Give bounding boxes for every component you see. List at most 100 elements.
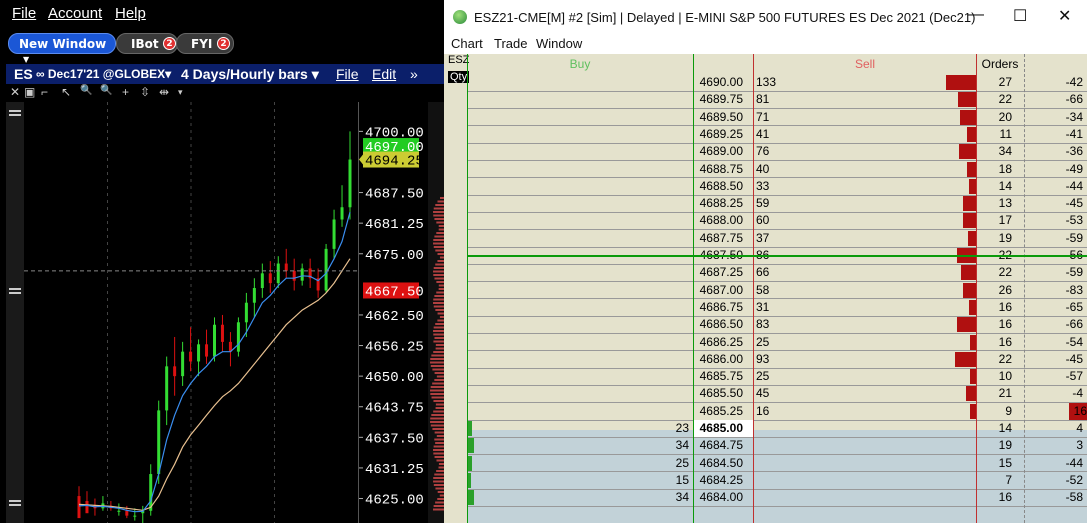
buy-size-cell[interactable] (467, 368, 689, 385)
orders-cell[interactable]: 20 (980, 109, 1012, 126)
orders-cell[interactable]: 13 (980, 195, 1012, 212)
ladder-row[interactable]: 4687.75 37 19 -59 (444, 230, 1087, 247)
orders-cell[interactable]: 7 (980, 472, 1012, 489)
orders-cell[interactable]: 16 (980, 316, 1012, 333)
sell-size-cell[interactable]: 60 (756, 212, 816, 229)
ladder-row[interactable]: 4685.25 16 9 16 (444, 402, 1087, 420)
orders-cell[interactable]: 14 (980, 178, 1012, 195)
orders-cell[interactable]: 10 (980, 368, 1012, 385)
sell-size-cell[interactable]: 76 (756, 143, 816, 160)
buy-size-cell[interactable] (467, 74, 689, 91)
menu-help[interactable]: Help (115, 5, 146, 22)
new-window-button[interactable]: New Window ▼ (8, 33, 116, 64)
orders-cell[interactable]: 27 (980, 74, 1012, 91)
ladder-row[interactable]: 4686.00 93 22 -45 (444, 351, 1087, 368)
ladder-row[interactable]: 4689.75 81 22 -66 (444, 91, 1087, 108)
delta-cell[interactable]: -44 (1026, 178, 1083, 195)
delta-cell[interactable]: -4 (1026, 385, 1083, 402)
price-cell[interactable]: 4686.75 (694, 299, 753, 316)
sell-size-cell[interactable]: 25 (756, 334, 816, 351)
chart-symbol[interactable]: ES (14, 66, 33, 82)
ladder-row[interactable]: 4690.00 133 27 -42 (444, 74, 1087, 91)
ladder-row[interactable]: 4686.50 83 16 -66 (444, 316, 1087, 333)
pointer-icon[interactable]: ↖ (61, 85, 71, 99)
timeframe-selector[interactable]: 4 Days/Hourly bars ▾ (181, 66, 319, 83)
orders-cell[interactable]: 21 (980, 385, 1012, 402)
delta-cell[interactable]: -42 (1026, 74, 1083, 91)
price-cell[interactable]: 4684.25 (694, 472, 753, 489)
delta-cell[interactable]: -58 (1026, 489, 1083, 506)
buy-size-cell[interactable] (467, 143, 689, 160)
price-cell[interactable]: 4686.50 (694, 316, 753, 333)
fyi-button[interactable]: FYI 2 (176, 33, 234, 54)
ladder-row[interactable]: 4687.25 66 22 -59 (444, 264, 1087, 281)
ladder-row[interactable]: 15 4684.25 7 -52 (444, 472, 1087, 489)
delta-cell[interactable]: -34 (1026, 109, 1083, 126)
orders-cell[interactable]: 22 (980, 91, 1012, 108)
buy-size-cell[interactable] (467, 178, 689, 195)
horizontal-scale-icon[interactable]: ⇹ (159, 85, 169, 99)
delta-cell[interactable]: -44 (1026, 455, 1083, 472)
buy-size-cell[interactable] (467, 351, 689, 368)
buy-size-cell[interactable] (467, 230, 689, 247)
price-cell[interactable]: 4684.75 (694, 437, 753, 454)
sell-size-cell[interactable]: 37 (756, 230, 816, 247)
delta-cell[interactable]: 4 (1026, 420, 1083, 437)
price-chart-plot[interactable] (24, 102, 358, 523)
ladder-row[interactable]: 4689.50 71 20 -34 (444, 109, 1087, 126)
ladder-row[interactable]: 4688.75 40 18 -49 (444, 161, 1087, 178)
orders-cell[interactable]: 22 (980, 264, 1012, 281)
orders-cell[interactable]: 15 (980, 455, 1012, 472)
orders-cell[interactable]: 19 (980, 437, 1012, 454)
ladder-row[interactable]: 4685.50 45 21 -4 (444, 385, 1087, 402)
close-icon[interactable]: ✕ (10, 85, 20, 99)
price-cell[interactable]: 4689.25 (694, 126, 753, 143)
delta-cell[interactable]: -45 (1026, 195, 1083, 212)
ladder-row[interactable]: 23 4685.00 14 4 (444, 420, 1087, 437)
ladder-row[interactable]: 4688.25 59 13 -45 (444, 195, 1087, 212)
ibot-button[interactable]: IBot 2 (116, 33, 178, 54)
chart-vertical-scrollbar[interactable] (6, 102, 24, 523)
price-cell[interactable]: 4687.75 (694, 230, 753, 247)
price-cell[interactable]: 4690.00 (694, 74, 753, 91)
delta-cell[interactable]: -54 (1026, 334, 1083, 351)
ladder-row[interactable]: 4685.75 25 10 -57 (444, 368, 1087, 385)
minimize-button[interactable]: — (968, 6, 984, 24)
booktrader-titlebar[interactable]: ESZ21-CME[M] #2 [Sim] | Delayed | E-MINI… (444, 0, 1087, 34)
ladder-row[interactable]: 4688.00 60 17 -53 (444, 212, 1087, 229)
sell-size-cell[interactable]: 83 (756, 316, 816, 333)
scroll-handle-middle[interactable] (9, 288, 21, 294)
orders-cell[interactable]: 22 (980, 351, 1012, 368)
delta-cell[interactable]: -59 (1026, 230, 1083, 247)
orders-cell[interactable]: 34 (980, 143, 1012, 160)
buy-size-cell[interactable] (467, 334, 689, 351)
price-cell[interactable]: 4688.75 (694, 161, 753, 178)
buy-size-cell[interactable] (467, 385, 689, 402)
price-cell[interactable]: 4686.25 (694, 334, 753, 351)
sell-size-cell[interactable] (756, 420, 816, 437)
price-cell[interactable]: 4684.50 (694, 455, 753, 472)
zoom-in-icon[interactable]: 🔍 (80, 85, 92, 96)
buy-size-cell[interactable] (467, 109, 689, 126)
delta-cell[interactable]: -66 (1026, 91, 1083, 108)
price-ladder[interactable]: ESZ Qty Buy Sell Orders 4690.00 133 27 -42 4… (444, 54, 1087, 523)
delta-cell[interactable]: -57 (1026, 368, 1083, 385)
crosshair-icon[interactable]: + (122, 85, 129, 99)
ladder-row[interactable]: 4686.75 31 16 -65 (444, 299, 1087, 316)
menu-account[interactable]: Account (48, 5, 102, 22)
buy-size-cell[interactable] (467, 264, 689, 281)
contract-selector[interactable]: ∞ Dec17'21 @GLOBEX▾ (36, 67, 171, 81)
sell-size-cell[interactable]: 25 (756, 368, 816, 385)
orders-cell[interactable]: 16 (980, 489, 1012, 506)
delta-cell[interactable]: -45 (1026, 351, 1083, 368)
sell-size-cell[interactable]: 58 (756, 282, 816, 299)
buy-size-cell[interactable] (467, 126, 689, 143)
ladder-row[interactable]: 4689.25 41 11 -41 (444, 126, 1087, 143)
zoom-out-icon[interactable]: 🔍 (100, 85, 112, 96)
vertical-scale-icon[interactable]: ⇳ (140, 85, 150, 99)
delta-cell[interactable]: -59 (1026, 264, 1083, 281)
delta-cell[interactable]: -66 (1026, 316, 1083, 333)
sell-size-cell[interactable]: 40 (756, 161, 816, 178)
scroll-handle-bottom[interactable] (9, 500, 21, 506)
buy-size-cell[interactable] (467, 212, 689, 229)
